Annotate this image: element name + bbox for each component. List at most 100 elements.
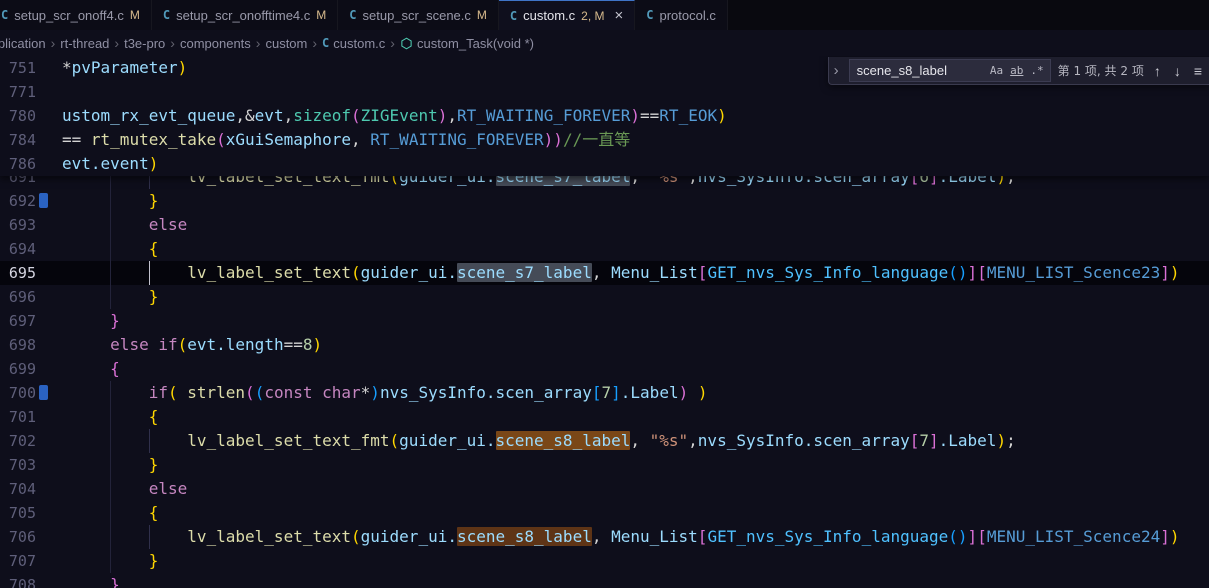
line-number[interactable]: 693: [0, 213, 36, 237]
find-results-count: 第 1 项, 共 2 项: [1058, 62, 1144, 79]
breadcrumb-item-application[interactable]: Application: [0, 36, 46, 51]
line-number[interactable]: 700: [0, 381, 36, 405]
code-line-content[interactable]: }: [58, 573, 1209, 588]
tab-setup_scr_onofftime4.c[interactable]: Csetup_scr_onofftime4.cM: [152, 0, 338, 30]
tab-label: setup_scr_scene.c: [363, 8, 471, 23]
line-number[interactable]: 703: [0, 453, 36, 477]
code-area[interactable]: 691 lv_label_set_text_fmt(guider_ui.scen…: [0, 176, 1209, 588]
code-line-content[interactable]: }: [58, 309, 1209, 333]
tab-protocol.c[interactable]: Cprotocol.c: [635, 0, 728, 30]
code-line-content[interactable]: }: [58, 285, 1209, 309]
line-number[interactable]: 694: [0, 237, 36, 261]
line-number[interactable]: 692: [0, 189, 36, 213]
regex-button[interactable]: .*: [1027, 62, 1046, 79]
code-line-content[interactable]: lv_label_set_text(guider_ui.scene_s8_lab…: [58, 525, 1209, 549]
code-line-708[interactable]: 708 }: [0, 573, 1209, 588]
find-in-selection-button[interactable]: ≡: [1191, 62, 1205, 80]
code-line-786[interactable]: 786 evt.event): [0, 152, 1209, 176]
code-line-696[interactable]: 696 }: [0, 285, 1209, 309]
line-number[interactable]: 771: [0, 80, 36, 104]
indent-guide: [149, 261, 150, 285]
breadcrumb-item-t3e-pro[interactable]: t3e-pro: [124, 36, 165, 51]
code-line-content[interactable]: {: [58, 357, 1209, 381]
code-line-700[interactable]: 700 if( strlen((const char*)nvs_SysInfo.…: [0, 381, 1209, 405]
code-line-704[interactable]: 704 else: [0, 477, 1209, 501]
code-line-content[interactable]: {: [58, 405, 1209, 429]
code-line-content[interactable]: }: [58, 189, 1209, 213]
code-line-content[interactable]: if( strlen((const char*)nvs_SysInfo.scen…: [58, 381, 1209, 405]
indent-guide: [110, 429, 111, 453]
line-number[interactable]: 705: [0, 501, 36, 525]
code-line-content[interactable]: == rt_mutex_take(xGuiSemaphore, RT_WAITI…: [58, 128, 1209, 152]
find-expand-chevron-icon[interactable]: ›: [831, 62, 842, 79]
breadcrumb-item-rt-thread[interactable]: rt-thread: [60, 36, 109, 51]
code-line-content[interactable]: }: [58, 453, 1209, 477]
code-line-780[interactable]: 780 ustom_rx_evt_queue,&evt,sizeof(ZIGEve…: [0, 104, 1209, 128]
find-previous-button[interactable]: ↑: [1151, 62, 1164, 80]
line-number[interactable]: 699: [0, 357, 36, 381]
breadcrumb-item-components[interactable]: components: [180, 36, 251, 51]
code-line-697[interactable]: 697 }: [0, 309, 1209, 333]
line-number[interactable]: 698: [0, 333, 36, 357]
line-number[interactable]: 696: [0, 285, 36, 309]
code-line-699[interactable]: 699 {: [0, 357, 1209, 381]
line-number[interactable]: 695: [0, 261, 36, 285]
code-line-content[interactable]: lv_label_set_text(guider_ui.scene_s7_lab…: [58, 261, 1209, 285]
tab-setup_scr_scene.c[interactable]: Csetup_scr_scene.cM: [338, 0, 499, 30]
code-line-content[interactable]: else if(evt.length==8): [58, 333, 1209, 357]
line-number[interactable]: 702: [0, 429, 36, 453]
line-number[interactable]: 784: [0, 128, 36, 152]
code-line-707[interactable]: 707 }: [0, 549, 1209, 573]
code-line-693[interactable]: 693 else: [0, 213, 1209, 237]
code-line-698[interactable]: 698 else if(evt.length==8): [0, 333, 1209, 357]
breadcrumb-symbol[interactable]: custom_Task(void *): [400, 36, 534, 51]
code-line-702[interactable]: 702 lv_label_set_text_fmt(guider_ui.scen…: [0, 429, 1209, 453]
find-next-button[interactable]: ↓: [1171, 62, 1184, 80]
line-number[interactable]: 697: [0, 309, 36, 333]
indent-guide: [110, 405, 111, 429]
code-line-content[interactable]: {: [58, 237, 1209, 261]
code-line-content[interactable]: else: [58, 477, 1209, 501]
chevron-right-icon: ›: [114, 35, 119, 51]
code-line-692[interactable]: 692 }: [0, 189, 1209, 213]
code-line-content[interactable]: lv_label_set_text_fmt(guider_ui.scene_s8…: [58, 429, 1209, 453]
code-line-705[interactable]: 705 {: [0, 501, 1209, 525]
gutter-marker: [39, 385, 48, 400]
line-number[interactable]: 707: [0, 549, 36, 573]
line-number[interactable]: 706: [0, 525, 36, 549]
breadcrumb-item-custom[interactable]: custom: [265, 36, 307, 51]
whole-word-button[interactable]: ab: [1007, 62, 1026, 79]
line-number[interactable]: 751: [0, 56, 36, 80]
chevron-right-icon: ›: [170, 35, 175, 51]
code-line-content[interactable]: {: [58, 501, 1209, 525]
code-line-695[interactable]: 695 lv_label_set_text(guider_ui.scene_s7…: [0, 261, 1209, 285]
code-line-703[interactable]: 703 }: [0, 453, 1209, 477]
tab-bar: Csetup_scr_onoff4.cMCsetup_scr_onofftime…: [0, 0, 1209, 30]
find-input[interactable]: scene_s8_label Aa ab .*: [849, 59, 1051, 82]
code-line-content[interactable]: else: [58, 213, 1209, 237]
breadcrumb-file[interactable]: Ccustom.c: [322, 36, 385, 51]
code-line-784[interactable]: 784 == rt_mutex_take(xGuiSemaphore, RT_WA…: [0, 128, 1209, 152]
line-number[interactable]: 708: [0, 573, 36, 588]
line-number[interactable]: 786: [0, 152, 36, 176]
code-line-694[interactable]: 694 {: [0, 237, 1209, 261]
code-editor[interactable]: 751*pvParameter)771780ustom_rx_evt_queue…: [0, 56, 1209, 588]
code-line-content[interactable]: }: [58, 549, 1209, 573]
line-number[interactable]: 691: [0, 176, 36, 189]
match-case-button[interactable]: Aa: [987, 62, 1006, 79]
tab-close-icon[interactable]: ×: [615, 7, 624, 24]
tab-setup_scr_onoff4.c[interactable]: Csetup_scr_onoff4.cM: [0, 0, 152, 30]
line-number[interactable]: 780: [0, 104, 36, 128]
tab-modified-badge: M: [316, 8, 326, 22]
line-number[interactable]: 701: [0, 405, 36, 429]
code-line-706[interactable]: 706 lv_label_set_text(guider_ui.scene_s8…: [0, 525, 1209, 549]
code-line-content[interactable]: lv_label_set_text_fmt(guider_ui.scene_s7…: [58, 176, 1209, 189]
line-number[interactable]: 704: [0, 477, 36, 501]
indent-guide: [110, 176, 111, 189]
code-line-content[interactable]: evt.event): [58, 152, 1209, 176]
tab-custom.c[interactable]: Ccustom.c2, M×: [499, 0, 635, 30]
code-line-691[interactable]: 691 lv_label_set_text_fmt(guider_ui.scen…: [0, 176, 1209, 189]
code-line-701[interactable]: 701 {: [0, 405, 1209, 429]
code-line-content[interactable]: ustom_rx_evt_queue,&evt,sizeof(ZIGEvent)…: [58, 104, 1209, 128]
indent-guide: [110, 525, 111, 549]
